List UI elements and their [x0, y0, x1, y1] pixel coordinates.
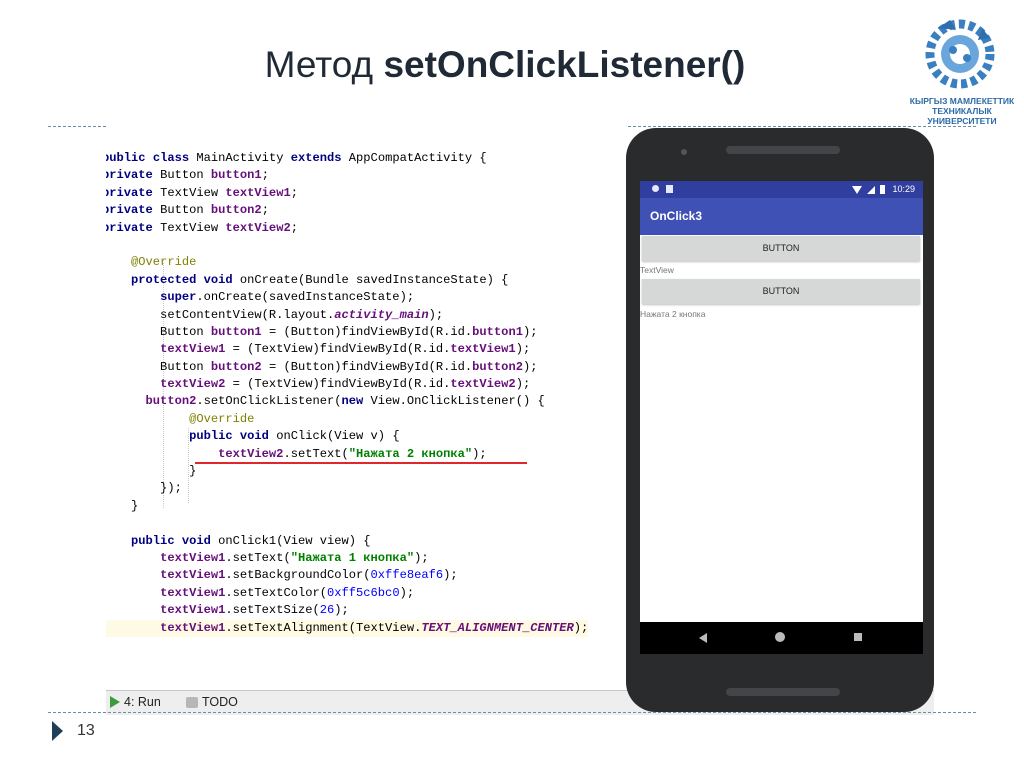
logo-line2: ТЕХНИКАЛЫК УНИВЕРСИТЕТИ: [927, 106, 997, 126]
phone-speaker-icon: [726, 146, 840, 154]
phone-nav-bar: [640, 622, 923, 654]
phone-camera-icon: [681, 149, 687, 155]
code-line: });: [106, 481, 182, 496]
app-title: OnClick3: [650, 209, 703, 223]
code-line: textView1 = (TextView)findViewById(R.id.…: [160, 342, 531, 357]
code-line: textView1.setTextColor(0xff5c6bc0);: [160, 585, 415, 600]
logo-line1: КЫРГЫЗ МАМЛЕКЕТТИК: [909, 96, 1015, 106]
run-tab-label: 4: Run: [124, 695, 161, 709]
status-bar: 10:29: [640, 181, 923, 198]
button2[interactable]: BUTTON: [642, 279, 920, 304]
notification-icon: [652, 185, 659, 192]
code-cut-line: [106, 118, 626, 130]
code-editor[interactable]: public class MainActivity extends AppCom…: [106, 118, 626, 688]
page-number: 13: [77, 722, 95, 739]
status-left-icons: [652, 185, 673, 193]
code-line: public void onClick1(View view) {: [131, 533, 371, 548]
textview1: TextView: [640, 265, 674, 275]
code-line: public void onClick(View v) {: [189, 429, 400, 444]
code-line: private Button button2;: [106, 203, 269, 218]
phone-screen: 10:29 OnClick3 BUTTON TextView BUTTON На…: [640, 181, 923, 654]
code-line: Button button1 = (Button)findViewById(R.…: [106, 324, 538, 339]
code-line: private TextView textView1;: [106, 185, 298, 200]
code-line: button2.setOnClickListener(new View.OnCl…: [145, 394, 545, 409]
todo-icon: [186, 696, 198, 708]
battery-icon: [880, 185, 885, 194]
button1[interactable]: BUTTON: [642, 236, 920, 261]
logo-text: КЫРГЫЗ МАМЛЕКЕТТИК ТЕХНИКАЛЫК УНИВЕРСИТЕ…: [900, 96, 1024, 126]
bottom-divider: [48, 712, 976, 713]
code-line: setContentView(R.layout.activity_main);: [106, 307, 444, 322]
code-line: private TextView textView2;: [106, 220, 298, 235]
code-line: textView2.setText("Нажата 2 кнопка");: [218, 446, 487, 461]
status-time: 10:29: [892, 184, 915, 194]
textview2: Нажата 2 кнопка: [640, 309, 706, 319]
code-line: super.onCreate(savedInstanceState);: [160, 290, 415, 305]
run-tab[interactable]: 4: Run: [110, 695, 161, 709]
code-text: public class MainActivity extends AppCom…: [106, 150, 589, 637]
app-bar: OnClick3: [640, 198, 923, 235]
phone-speaker-icon: [726, 688, 840, 696]
sd-card-icon: [666, 185, 673, 193]
signal-icon: [867, 185, 875, 194]
code-line: private Button button1;: [106, 168, 269, 183]
code-underline: [195, 462, 527, 464]
back-icon[interactable]: [699, 633, 707, 643]
code-line: public class MainActivity extends AppCom…: [106, 151, 487, 165]
slide-title-prefix: Метод: [264, 44, 384, 85]
todo-tab[interactable]: TODO: [186, 695, 238, 709]
code-line: textView2 = (TextView)findViewById(R.id.…: [160, 377, 531, 392]
home-icon[interactable]: [775, 632, 785, 642]
code-line: textView1.setText("Нажата 1 кнопка");: [160, 550, 429, 565]
slide-title: Метод setOnClickListener(): [0, 44, 1010, 86]
status-right-icons: [852, 185, 885, 194]
code-line: textView1.setTextAlignment(TextView.TEXT…: [106, 619, 589, 637]
code-line: }: [106, 464, 197, 479]
wifi-icon: [852, 185, 862, 194]
recent-apps-icon[interactable]: [854, 633, 862, 641]
code-line: textView1.setBackgroundColor(0xffe8eaf6)…: [160, 568, 458, 583]
code-line: @Override: [189, 411, 255, 426]
code-line: @Override: [131, 255, 197, 270]
slide-arrow-icon: [52, 721, 63, 741]
code-line: Button button2 = (Button)findViewById(R.…: [106, 359, 538, 374]
slide-title-method: setOnClickListener(): [383, 44, 746, 85]
run-icon: [110, 696, 120, 708]
code-line: }: [131, 498, 139, 513]
code-line: textView1.setTextSize(26);: [160, 603, 349, 618]
code-line: protected void onCreate(Bundle savedInst…: [131, 272, 509, 287]
todo-tab-label: TODO: [202, 695, 238, 709]
